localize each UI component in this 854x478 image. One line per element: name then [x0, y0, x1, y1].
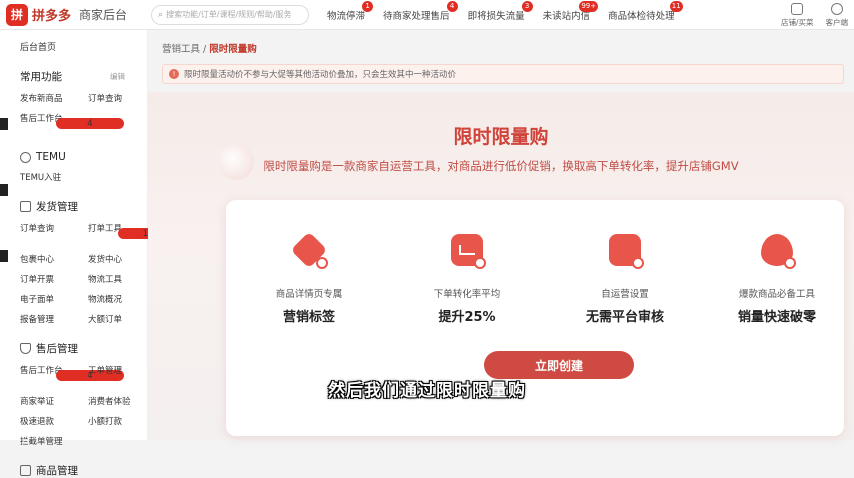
tag-icon — [287, 228, 331, 272]
sidebar-item[interactable]: 订单查询 — [20, 222, 88, 245]
shop-button[interactable]: 店铺/买菜 — [781, 3, 814, 28]
page-subtitle: 限时限量购是一款商家自运营工具，对商品进行低价促销，换取高下单转化率，提升店铺G… — [263, 159, 739, 173]
sidebar-item[interactable]: 售后工作台 4 — [20, 112, 124, 135]
topnav-item-aftersale[interactable]: 待商家处理售后 4 — [383, 0, 458, 22]
sidebar-item[interactable]: 包裹中心 — [20, 253, 88, 265]
sidebar-item[interactable]: 打单工具10 — [88, 222, 178, 245]
top-nav: 物流停滞 1 待商家处理售后 4 即将损失流量 3 未读站内信 99+ 商品体检待处理 1… — [327, 0, 693, 22]
temu-icon — [20, 151, 31, 163]
sidebar-item[interactable]: 拦截单管理 — [20, 435, 88, 447]
sidebar-item[interactable]: 订单查询 — [88, 92, 148, 104]
chart-icon — [445, 228, 489, 272]
feature-item: 下单转化率平均 提升25% — [392, 228, 542, 325]
sidebar-shipping-items: 订单查询 打单工具10 包裹中心 发货中心 订单开票 物流工具 电子面单 物流概… — [20, 222, 178, 325]
sidebar-temu-items: TEMU入驻 — [20, 171, 147, 183]
sidebar-item[interactable]: 极速退款 — [20, 415, 88, 427]
breadcrumb-parent[interactable]: 营销工具 — [162, 44, 200, 55]
topnav-item-checkup[interactable]: 商品体检待处理 11 — [608, 0, 683, 22]
shipping-icon — [20, 201, 31, 212]
clipboard-icon — [603, 228, 647, 272]
breadcrumb-current: 限时限量购 — [209, 44, 257, 55]
info-icon: ! — [169, 69, 179, 79]
top-bar: 拼 拼多多 商家后台 ⌕ 搜索功能/订单/课程/规则/帮助/服务 物流停滞 1 待… — [0, 0, 854, 30]
search-placeholder: 搜索功能/订单/课程/规则/帮助/服务 — [166, 10, 292, 19]
count-badge: 4 — [446, 0, 458, 12]
video-caption: 然后我们通过限时限量购 — [328, 381, 526, 401]
sidebar-item[interactable]: TEMU入驻 — [20, 171, 88, 183]
create-button[interactable]: 立即创建 — [484, 351, 634, 379]
feature-item: 自运营设置 无需平台审核 — [550, 228, 700, 325]
notice-text: 限时限量活动价不参与大促等其他活动价叠加，只会生效其中一种活动价 — [184, 70, 457, 80]
sidebar-item[interactable]: 物流概况 — [88, 293, 148, 305]
sidebar-section-goods[interactable]: 商品管理 — [20, 463, 147, 478]
feature-item: 商品详情页专属 营销标签 — [234, 228, 384, 325]
notice-bar: ! 限时限量活动价不参与大促等其他活动价叠加，只会生效其中一种活动价 — [162, 64, 844, 84]
shop-icon — [791, 3, 804, 15]
client-button[interactable]: 客户端 — [826, 3, 848, 28]
count-badge: 3 — [521, 0, 533, 12]
edit-link[interactable]: 编辑 — [110, 71, 125, 82]
sidebar-item[interactable]: 小额打款 — [88, 415, 148, 427]
count-badge: 1 — [362, 0, 374, 12]
sidebar-common-items: 发布新商品 订单查询 售后工作台 4 — [20, 92, 147, 135]
page-title: 限时限量购 — [453, 126, 549, 148]
sidebar-item-home[interactable]: 后台首页 — [20, 40, 147, 53]
topnav-item-logistics[interactable]: 物流停滞 1 — [327, 0, 374, 22]
sidebar-item[interactable]: 物流工具 — [88, 273, 148, 285]
shield-icon — [20, 343, 31, 354]
overlay-artifact — [0, 118, 10, 278]
sidebar-item[interactable]: 发货中心 — [88, 253, 148, 265]
count-badge: 4 — [56, 118, 124, 129]
top-right-tools: 店铺/买菜 客户端 — [769, 3, 848, 28]
sidebar-item[interactable]: 大额订单 — [88, 313, 148, 325]
sidebar-section-common: 常用功能 编辑 — [20, 71, 125, 83]
sidebar-item[interactable]: 发布新商品 — [20, 92, 88, 104]
search-input[interactable]: ⌕ 搜索功能/订单/课程/规则/帮助/服务 — [151, 4, 310, 25]
sidebar-item[interactable]: 报备管理 — [20, 313, 88, 325]
logo-text: 拼多多 — [32, 9, 72, 24]
count-badge: 99+ — [579, 0, 599, 12]
breadcrumb: 营销工具 / 限时限量购 — [162, 44, 257, 55]
search-icon: ⌕ — [158, 9, 164, 20]
sidebar-item[interactable]: 订单开票 — [20, 273, 88, 285]
desktop-icon — [830, 3, 843, 15]
sidebar-section-temu[interactable]: TEMU — [20, 151, 147, 163]
topnav-item-traffic[interactable]: 即将损失流量 3 — [468, 0, 533, 22]
sidebar-section-aftersale[interactable]: 售后管理 — [20, 341, 147, 356]
sidebar-item[interactable]: 电子面单 — [20, 293, 88, 305]
logo[interactable]: 拼 拼多多 商家后台 — [6, 3, 128, 26]
sidebar-section-shipping[interactable]: 发货管理 — [20, 199, 147, 214]
logo-badge: 拼 — [6, 3, 28, 26]
topnav-item-messages[interactable]: 未读站内信 99+ — [543, 0, 599, 22]
feature-item: 爆款商品必备工具 销量快速破零 — [702, 228, 852, 325]
goods-icon — [20, 465, 31, 476]
count-badge: 11 — [669, 0, 683, 12]
fire-icon — [755, 228, 799, 272]
logo-subtitle: 商家后台 — [79, 8, 128, 22]
